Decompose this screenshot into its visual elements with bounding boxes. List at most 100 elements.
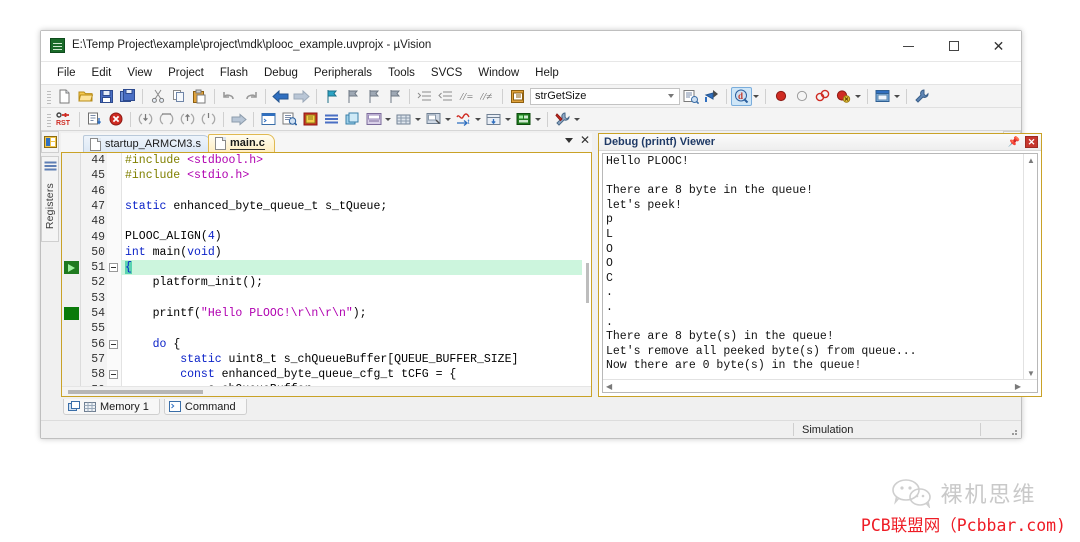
run-icon[interactable] (84, 110, 105, 129)
resize-grip-icon[interactable] (1008, 426, 1018, 436)
find-in-files-icon[interactable] (507, 87, 528, 106)
menu-edit[interactable]: Edit (84, 65, 120, 81)
bookmark-find-icon[interactable] (701, 87, 722, 106)
tools-icon[interactable] (552, 110, 573, 129)
code-area[interactable]: #include <stdbool.h> #include <stdio.h> s… (62, 153, 591, 396)
close-icon[interactable]: ✕ (1025, 136, 1038, 148)
tools-dropdown-caret[interactable] (574, 117, 580, 121)
analysis-window-icon[interactable]: t (453, 110, 474, 129)
analysis-dropdown-caret[interactable] (475, 117, 481, 121)
debug-dropdown-caret[interactable] (753, 94, 759, 98)
bottom-tab-command[interactable]: Command (163, 399, 247, 415)
save-icon[interactable] (96, 87, 117, 106)
minimize-button[interactable] (886, 31, 931, 61)
reset-cpu-icon[interactable]: RST (54, 110, 75, 129)
scroll-left-icon[interactable]: ◀ (606, 382, 612, 391)
search-input[interactable]: strGetSize (535, 90, 663, 102)
code-horizontal-scrollbar[interactable] (62, 386, 591, 396)
breakpoint-gutter[interactable] (62, 153, 81, 396)
copy-icon[interactable] (168, 87, 189, 106)
debug-vertical-scrollbar[interactable]: ▲ ▼ (1023, 154, 1037, 380)
disassembly-window-icon[interactable] (279, 110, 300, 129)
current-statement-marker[interactable] (64, 261, 79, 275)
indent-icon[interactable] (414, 87, 435, 106)
fold-toggle[interactable] (109, 339, 118, 349)
disable-breakpoint-icon[interactable] (791, 87, 812, 106)
bookmark-clear-icon[interactable] (384, 87, 405, 106)
open-folder-icon[interactable] (75, 87, 96, 106)
memory-dropdown-caret[interactable] (415, 117, 421, 121)
code-text[interactable]: #include <stdbool.h> #include <stdio.h> s… (121, 153, 591, 396)
bottom-tab-memory-1[interactable]: Memory 1 (63, 399, 160, 415)
manage-windows-icon[interactable] (872, 87, 893, 106)
watch-window-icon[interactable] (363, 110, 384, 129)
close-icon[interactable]: ✕ (580, 134, 590, 146)
navigate-back-icon[interactable] (270, 87, 291, 106)
scroll-up-icon[interactable]: ▲ (1027, 156, 1035, 165)
menu-debug[interactable]: Debug (256, 65, 306, 81)
search-combo[interactable]: strGetSize (530, 87, 680, 105)
paste-icon[interactable] (189, 87, 210, 106)
bookmark-next-icon[interactable] (363, 87, 384, 106)
trace-window-icon[interactable] (483, 110, 504, 129)
menu-help[interactable]: Help (527, 65, 567, 81)
menu-view[interactable]: View (119, 65, 160, 81)
tab-startup-armcm3-s[interactable]: startup_ARMCM3.s (83, 135, 211, 152)
registers-window-icon[interactable] (321, 110, 342, 129)
breakpoint-dropdown-caret[interactable] (855, 94, 861, 98)
bookmark-toggle-icon[interactable] (321, 87, 342, 106)
pin-icon[interactable]: 📌 (1008, 137, 1020, 148)
incremental-find-icon[interactable] (680, 87, 701, 106)
step-into-icon[interactable] (135, 110, 156, 129)
insert-breakpoint-icon[interactable] (770, 87, 791, 106)
disable-all-breakpoints-icon[interactable] (833, 87, 854, 106)
code-vertical-scrollbar[interactable] (582, 153, 591, 396)
system-viewer-icon[interactable] (513, 110, 534, 129)
maximize-button[interactable] (931, 31, 976, 61)
undo-icon[interactable] (219, 87, 240, 106)
menu-flash[interactable]: Flash (212, 65, 256, 81)
navigate-forward-icon[interactable] (291, 87, 312, 106)
cut-icon[interactable] (147, 87, 168, 106)
tab-list-icon[interactable] (564, 137, 573, 143)
fold-gutter[interactable] (107, 153, 122, 396)
symbols-window-icon[interactable] (300, 110, 321, 129)
debug-horizontal-scrollbar[interactable]: ◀ ▶ (603, 379, 1037, 392)
watch-dropdown-caret[interactable] (385, 117, 391, 121)
menu-svcs[interactable]: SVCS (423, 65, 470, 81)
uncomment-icon[interactable]: //≠ (477, 87, 498, 106)
scroll-down-icon[interactable]: ▼ (1027, 369, 1035, 378)
fold-toggle[interactable] (109, 370, 118, 380)
menu-project[interactable]: Project (160, 65, 212, 81)
breakpoint-marker[interactable] (64, 307, 79, 320)
system-viewer-dropdown-caret[interactable] (535, 117, 541, 121)
windows-dropdown-caret[interactable] (894, 94, 900, 98)
close-button[interactable]: ✕ (976, 31, 1021, 61)
serial-dropdown-caret[interactable] (445, 117, 451, 121)
menu-file[interactable]: File (49, 65, 84, 81)
stop-icon[interactable] (105, 110, 126, 129)
run-to-cursor-icon[interactable] (198, 110, 219, 129)
menu-tools[interactable]: Tools (380, 65, 423, 81)
tab-main-c[interactable]: main.c (207, 134, 275, 152)
memory-window-icon[interactable] (393, 110, 414, 129)
call-stack-icon[interactable] (342, 110, 363, 129)
step-over-icon[interactable] (156, 110, 177, 129)
toolbar-grip[interactable] (47, 88, 51, 104)
configure-icon[interactable] (911, 87, 932, 106)
menu-window[interactable]: Window (470, 65, 527, 81)
serial-window-icon[interactable] (423, 110, 444, 129)
comment-icon[interactable]: //= (456, 87, 477, 106)
trace-dropdown-caret[interactable] (505, 117, 511, 121)
new-file-icon[interactable] (54, 87, 75, 106)
kill-all-breakpoints-icon[interactable] (812, 87, 833, 106)
start-stop-debug-button[interactable]: d (731, 86, 752, 106)
step-out-icon[interactable] (177, 110, 198, 129)
redo-icon[interactable] (240, 87, 261, 106)
bookmark-prev-icon[interactable] (342, 87, 363, 106)
outdent-icon[interactable] (435, 87, 456, 106)
fold-toggle[interactable] (109, 263, 118, 273)
scroll-right-icon[interactable]: ▶ (1015, 382, 1021, 391)
chevron-down-icon[interactable] (663, 94, 679, 98)
save-all-icon[interactable] (117, 87, 138, 106)
